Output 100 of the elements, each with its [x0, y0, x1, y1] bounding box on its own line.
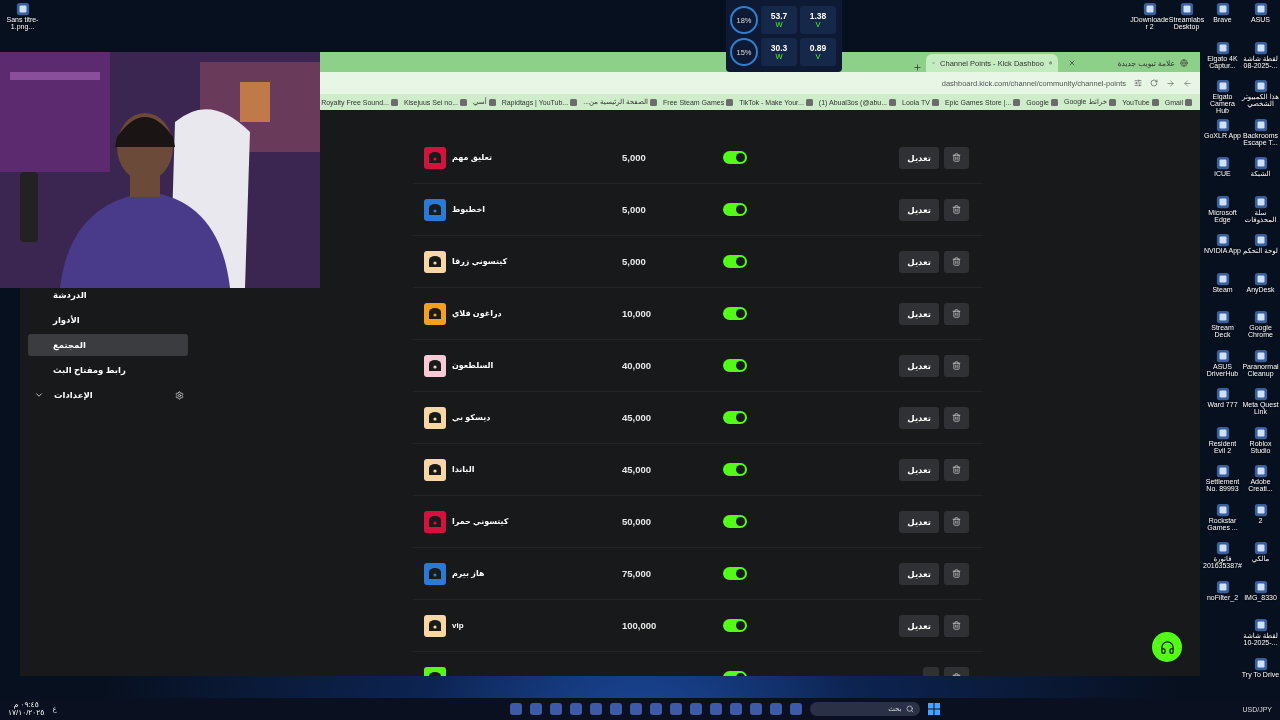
app-icon[interactable] [1253, 233, 1268, 247]
sidebar-item[interactable]: الأدوار [28, 309, 188, 331]
taskbar-app-icon[interactable] [609, 703, 622, 715]
delete-button[interactable] [944, 614, 969, 637]
taskbar-app-icon[interactable] [789, 703, 802, 715]
app-icon[interactable] [1215, 425, 1230, 440]
toggle-switch[interactable] [723, 203, 747, 216]
reload-icon[interactable] [1150, 79, 1158, 87]
edit-button[interactable]: تعديل [899, 250, 939, 273]
app-icon[interactable] [1253, 348, 1268, 363]
app-icon[interactable] [1253, 579, 1268, 594]
delete-button[interactable] [944, 406, 969, 429]
taskbar-app-icon[interactable] [549, 703, 562, 715]
edit-button[interactable]: تعديل [899, 302, 939, 325]
taskbar-app-icon[interactable] [529, 703, 542, 715]
app-icon[interactable] [1253, 79, 1268, 93]
taskbar-app-icon[interactable] [629, 703, 642, 715]
app-icon[interactable] [1253, 2, 1268, 16]
edit-button[interactable]: تعديل [899, 146, 939, 169]
edit-button[interactable]: تعديل [899, 406, 939, 429]
edit-button[interactable]: تعديل [899, 614, 939, 637]
toggle-switch[interactable] [723, 515, 747, 528]
reward-name: ديسكو بي [452, 413, 491, 422]
taskbar-app-icon[interactable] [509, 703, 522, 715]
delete-button[interactable] [944, 458, 969, 481]
app-icon[interactable] [1215, 464, 1230, 478]
app-icon[interactable] [1253, 310, 1268, 324]
app-icon[interactable] [1215, 40, 1230, 55]
delete-button[interactable] [944, 510, 969, 533]
taskbar-app-icon[interactable] [749, 703, 762, 715]
sidebar-item[interactable]: المجتمع [28, 334, 188, 356]
app-icon[interactable] [1215, 2, 1230, 16]
toggle-switch[interactable] [723, 359, 747, 372]
delete-button[interactable] [944, 354, 969, 377]
app-icon[interactable] [1215, 194, 1230, 209]
app-icon[interactable] [1215, 541, 1230, 555]
app-icon[interactable] [1215, 502, 1230, 517]
app-icon[interactable] [1253, 425, 1268, 440]
taskbar-app-icon[interactable] [729, 703, 742, 715]
toggle-switch[interactable] [723, 307, 747, 320]
app-icon[interactable] [1215, 348, 1230, 363]
app-icon[interactable] [1253, 156, 1268, 170]
edit-button[interactable]: تعديل [899, 198, 939, 221]
toggle-switch[interactable] [723, 567, 747, 580]
edit-button[interactable]: تعديل [899, 354, 939, 377]
taskbar-app-icon[interactable] [649, 703, 662, 715]
site-settings-icon[interactable] [1134, 79, 1142, 87]
app-icon[interactable] [1142, 2, 1157, 16]
sidebar-item[interactable]: رابط ومفتاح البث [28, 359, 188, 381]
app-icon[interactable] [1215, 579, 1230, 594]
app-icon[interactable] [1253, 117, 1268, 132]
start-icon[interactable] [927, 703, 940, 715]
app-icon[interactable] [1253, 40, 1268, 55]
app-icon[interactable] [1215, 233, 1230, 247]
delete-button[interactable] [944, 302, 969, 325]
taskbar-app-icon[interactable] [589, 703, 602, 715]
app-icon[interactable] [15, 2, 30, 16]
app-icon[interactable] [1215, 387, 1230, 401]
reward-cost: 45,000 [622, 412, 653, 423]
app-icon[interactable] [1253, 618, 1268, 632]
edit-button[interactable]: تعديل [899, 562, 939, 585]
delete-button[interactable] [944, 562, 969, 585]
app-icon[interactable] [1253, 464, 1268, 478]
toggle-switch[interactable] [723, 463, 747, 476]
app-icon[interactable] [1215, 310, 1230, 324]
app-icon[interactable] [1215, 271, 1230, 286]
taskbar-app-icon[interactable] [689, 703, 702, 715]
taskbar-app-icon[interactable] [769, 703, 782, 715]
sidebar-item[interactable]: الإعدادات [54, 390, 175, 400]
app-icon[interactable] [1253, 387, 1268, 401]
app-icon[interactable] [1253, 271, 1268, 286]
forward-icon[interactable] [1166, 78, 1175, 88]
app-icon[interactable] [1253, 194, 1268, 209]
edit-button[interactable]: تعديل [899, 458, 939, 481]
delete-button[interactable] [944, 250, 969, 273]
app-icon[interactable] [1253, 502, 1268, 517]
app-icon[interactable] [1215, 79, 1230, 93]
app-icon[interactable] [1179, 2, 1194, 16]
reward-cost: 45,000 [622, 464, 653, 475]
delete-button[interactable] [944, 146, 969, 169]
app-icon[interactable] [1215, 156, 1230, 170]
toggle-switch[interactable] [723, 255, 747, 268]
toggle-switch[interactable] [723, 411, 747, 424]
sidebar-item[interactable]: الدردشة [28, 284, 188, 306]
site-icon [805, 98, 813, 106]
toggle-switch[interactable] [723, 151, 747, 164]
new-tab-icon[interactable] [913, 63, 922, 72]
delete-button[interactable] [944, 198, 969, 221]
toggle-switch[interactable] [723, 619, 747, 632]
taskbar-app-icon[interactable] [669, 703, 682, 715]
taskbar-app-icon[interactable] [569, 703, 582, 715]
settings-icon[interactable] [175, 390, 184, 400]
app-icon[interactable] [1253, 541, 1268, 555]
edit-button[interactable]: تعديل [899, 510, 939, 533]
chevron-icon[interactable] [34, 390, 44, 400]
taskbar-app-icon[interactable] [709, 703, 722, 715]
app-icon[interactable] [1215, 117, 1230, 132]
back-icon[interactable] [1183, 78, 1192, 88]
support-button[interactable] [1152, 632, 1182, 662]
app-icon[interactable] [1253, 656, 1268, 671]
